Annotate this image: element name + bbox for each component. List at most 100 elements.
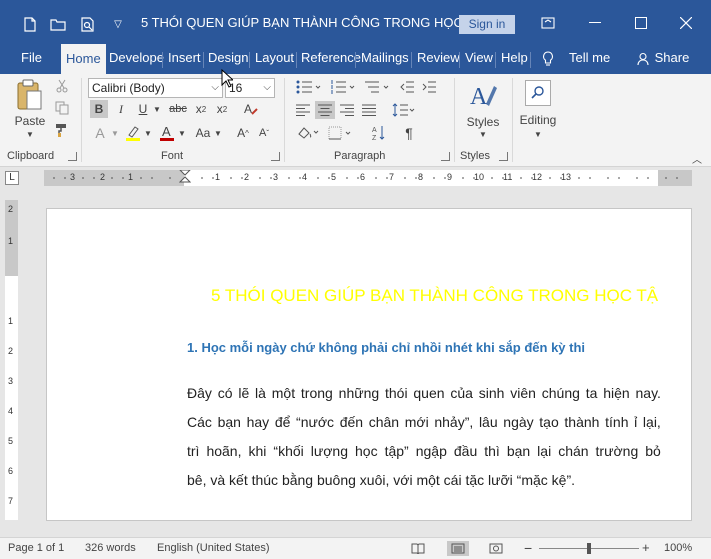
bold-button[interactable]: B <box>90 100 108 118</box>
font-name-select[interactable]: Calibri (Body) ⌵ <box>88 78 223 98</box>
decrease-indent-icon[interactable] <box>398 78 416 96</box>
zoom-slider-thumb[interactable] <box>587 543 591 554</box>
horizontal-ruler[interactable]: 3 2 1 1 2 3 4 5 6 7 8 9 10 11 12 13 <box>44 170 692 186</box>
paste-button[interactable]: Paste <box>12 114 48 128</box>
styles-launcher-icon[interactable] <box>499 152 508 161</box>
web-layout-icon[interactable] <box>485 541 507 556</box>
text-effects-icon[interactable]: A <box>90 123 110 143</box>
clear-formatting-icon[interactable]: A <box>240 100 262 118</box>
text-effects-dropdown-icon[interactable]: ▼ <box>110 123 120 143</box>
collapse-ribbon-icon[interactable]: ︿ <box>690 152 704 166</box>
italic-button[interactable]: I <box>112 100 130 118</box>
maximize-button[interactable] <box>626 10 656 36</box>
numbering-icon[interactable] <box>328 78 358 96</box>
borders-icon[interactable] <box>326 124 356 142</box>
subscript-button[interactable]: x2 <box>192 100 210 118</box>
tab-help[interactable]: Help <box>501 44 528 74</box>
zoom-in-button[interactable]: + <box>642 540 650 555</box>
format-painter-icon[interactable] <box>53 121 71 139</box>
tab-references[interactable]: Reference <box>301 44 361 74</box>
tab-developer[interactable]: Develope <box>109 44 164 74</box>
mouse-cursor-icon <box>221 69 233 88</box>
word-count[interactable]: 326 words <box>85 542 136 554</box>
lightbulb-icon[interactable] <box>542 44 554 74</box>
superscript-button[interactable]: x2 <box>213 100 231 118</box>
highlight-dropdown-icon[interactable]: ▼ <box>143 123 153 143</box>
ribbon-display-options-icon[interactable] <box>533 10 563 36</box>
styles-button[interactable]: Styles <box>462 114 504 130</box>
grow-font-button[interactable]: A ^ <box>233 123 253 143</box>
paragraph-line: bê, và kết thúc bằng buông xuôi, với một… <box>187 472 576 488</box>
ruler-number: 6 <box>8 466 14 476</box>
justify-icon[interactable] <box>360 101 378 119</box>
font-color-dropdown-icon[interactable]: ▼ <box>177 123 187 143</box>
tab-insert[interactable]: Insert <box>168 44 201 74</box>
ruler-number: 9 <box>447 172 453 182</box>
copy-icon[interactable] <box>53 99 71 117</box>
strikethrough-button[interactable]: abc <box>166 100 190 118</box>
paragraph-launcher-icon[interactable] <box>441 152 450 161</box>
change-case-button[interactable]: Aa <box>192 123 214 143</box>
show-formatting-marks-icon[interactable]: ¶ <box>400 124 418 142</box>
line-spacing-icon[interactable] <box>390 101 418 119</box>
open-folder-icon[interactable] <box>46 14 70 34</box>
align-right-icon[interactable] <box>338 101 356 119</box>
underline-dropdown-icon[interactable]: ▼ <box>152 100 162 118</box>
tab-mailings[interactable]: Mailings <box>361 44 409 74</box>
align-center-icon[interactable] <box>315 101 335 119</box>
chevron-down-icon: ⌵ <box>211 82 219 93</box>
chevron-down-icon: ⌵ <box>263 82 271 93</box>
clipboard-launcher-icon[interactable] <box>68 152 77 161</box>
styles-dropdown-icon[interactable]: ▼ <box>477 129 489 139</box>
indent-marker-icon[interactable] <box>179 170 191 186</box>
zoom-out-button[interactable]: − <box>524 540 532 556</box>
change-case-dropdown-icon[interactable]: ▼ <box>213 123 223 143</box>
tab-divider <box>296 52 297 68</box>
share-button[interactable]: Share <box>637 44 689 74</box>
document-subheading: 1. Học mỗi ngày chứ không phải chỉ nhồi … <box>187 340 586 355</box>
customize-qat-icon[interactable]: ▽ <box>106 14 130 34</box>
search-icon[interactable] <box>525 80 551 106</box>
vertical-ruler[interactable]: 2 1 1 2 3 4 5 6 7 <box>5 200 18 520</box>
svg-text:A: A <box>162 124 171 139</box>
tab-view[interactable]: View <box>465 44 493 74</box>
paste-icon[interactable] <box>12 78 46 112</box>
highlight-color-icon[interactable] <box>123 123 143 143</box>
tab-home[interactable]: Home <box>61 44 106 74</box>
ruler-number: 12 <box>532 172 543 182</box>
print-layout-icon[interactable] <box>447 541 469 556</box>
tell-me-search[interactable]: Tell me <box>569 44 610 74</box>
shrink-font-button[interactable]: Aˇ <box>254 123 274 143</box>
sort-icon[interactable]: AZ <box>370 124 388 142</box>
tab-selector-button[interactable]: L <box>5 171 19 185</box>
font-launcher-icon[interactable] <box>271 152 280 161</box>
paste-dropdown-icon[interactable]: ▼ <box>24 129 36 139</box>
sign-in-button[interactable]: Sign in <box>459 15 515 34</box>
tab-file[interactable]: File <box>21 44 42 74</box>
styles-gallery-icon[interactable]: A <box>466 78 500 114</box>
bullets-icon[interactable] <box>294 78 324 96</box>
multilevel-list-icon[interactable] <box>362 78 392 96</box>
close-button[interactable] <box>671 10 701 36</box>
language-indicator[interactable]: English (United States) <box>157 542 270 554</box>
print-preview-icon[interactable] <box>76 14 100 34</box>
page-count[interactable]: Page 1 of 1 <box>8 542 64 554</box>
document-page[interactable]: 5 THÓI QUEN GIÚP BẠN THÀNH CÔNG TRONG HỌ… <box>46 208 692 521</box>
new-document-icon[interactable] <box>18 14 42 34</box>
shading-icon[interactable] <box>294 124 322 142</box>
minimize-button[interactable] <box>580 10 610 36</box>
editing-button[interactable]: Editing <box>516 112 560 128</box>
font-color-icon[interactable]: A <box>157 123 177 143</box>
editing-dropdown-icon[interactable]: ▼ <box>532 129 544 139</box>
underline-button[interactable]: U <box>134 100 152 118</box>
read-mode-icon[interactable] <box>407 541 429 556</box>
cut-icon[interactable] <box>53 77 71 95</box>
increase-indent-icon[interactable] <box>420 78 438 96</box>
tab-review[interactable]: Review <box>417 44 460 74</box>
zoom-level[interactable]: 100% <box>664 542 692 554</box>
ruler-number: 1 <box>215 172 221 182</box>
ruler-number: 7 <box>8 496 14 506</box>
align-left-icon[interactable] <box>294 101 312 119</box>
tab-layout[interactable]: Layout <box>255 44 294 74</box>
tab-divider <box>495 52 496 68</box>
